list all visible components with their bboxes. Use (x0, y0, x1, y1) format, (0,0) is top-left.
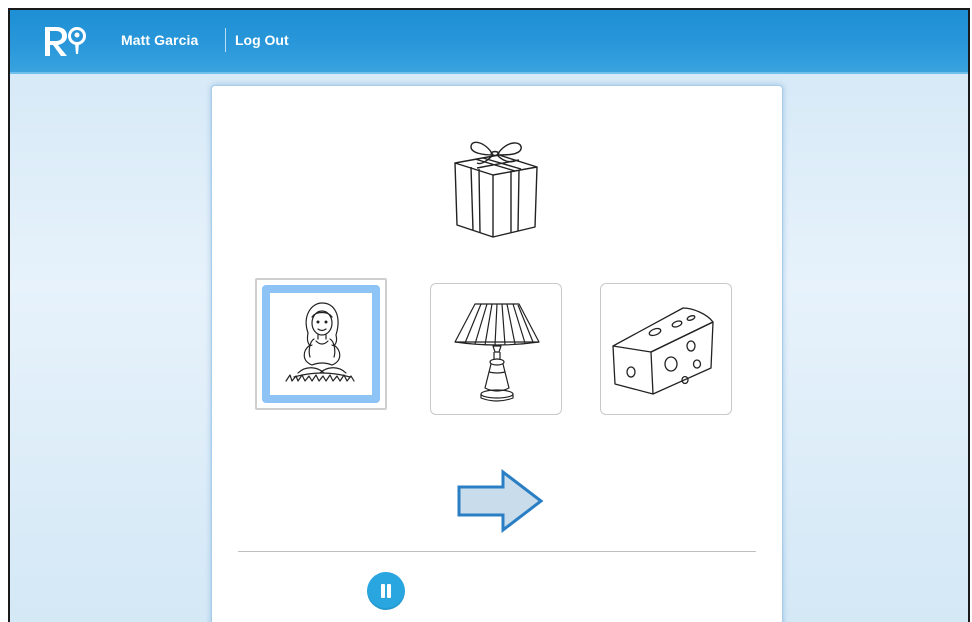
choice-cheese[interactable] (600, 283, 732, 415)
top-bar: RQ Matt Garcia Log Out (10, 10, 968, 74)
app-logo: RQ (45, 27, 86, 56)
app-window: RQ Matt Garcia Log Out (8, 8, 970, 622)
choice-lamp[interactable] (430, 283, 562, 415)
cheese-icon (612, 307, 714, 395)
logout-link[interactable]: Log Out (235, 32, 289, 48)
header-separator (225, 28, 226, 52)
footer-divider (238, 551, 756, 552)
choice-girl[interactable] (255, 278, 387, 410)
selection-highlight (262, 285, 380, 403)
girl-icon (285, 302, 355, 382)
pause-icon[interactable] (367, 572, 405, 610)
user-name: Matt Garcia (121, 32, 199, 48)
right-arrow-icon[interactable] (455, 469, 545, 533)
activity-panel (211, 85, 783, 622)
gift-box-icon (454, 141, 538, 238)
lamp-icon (454, 303, 540, 402)
